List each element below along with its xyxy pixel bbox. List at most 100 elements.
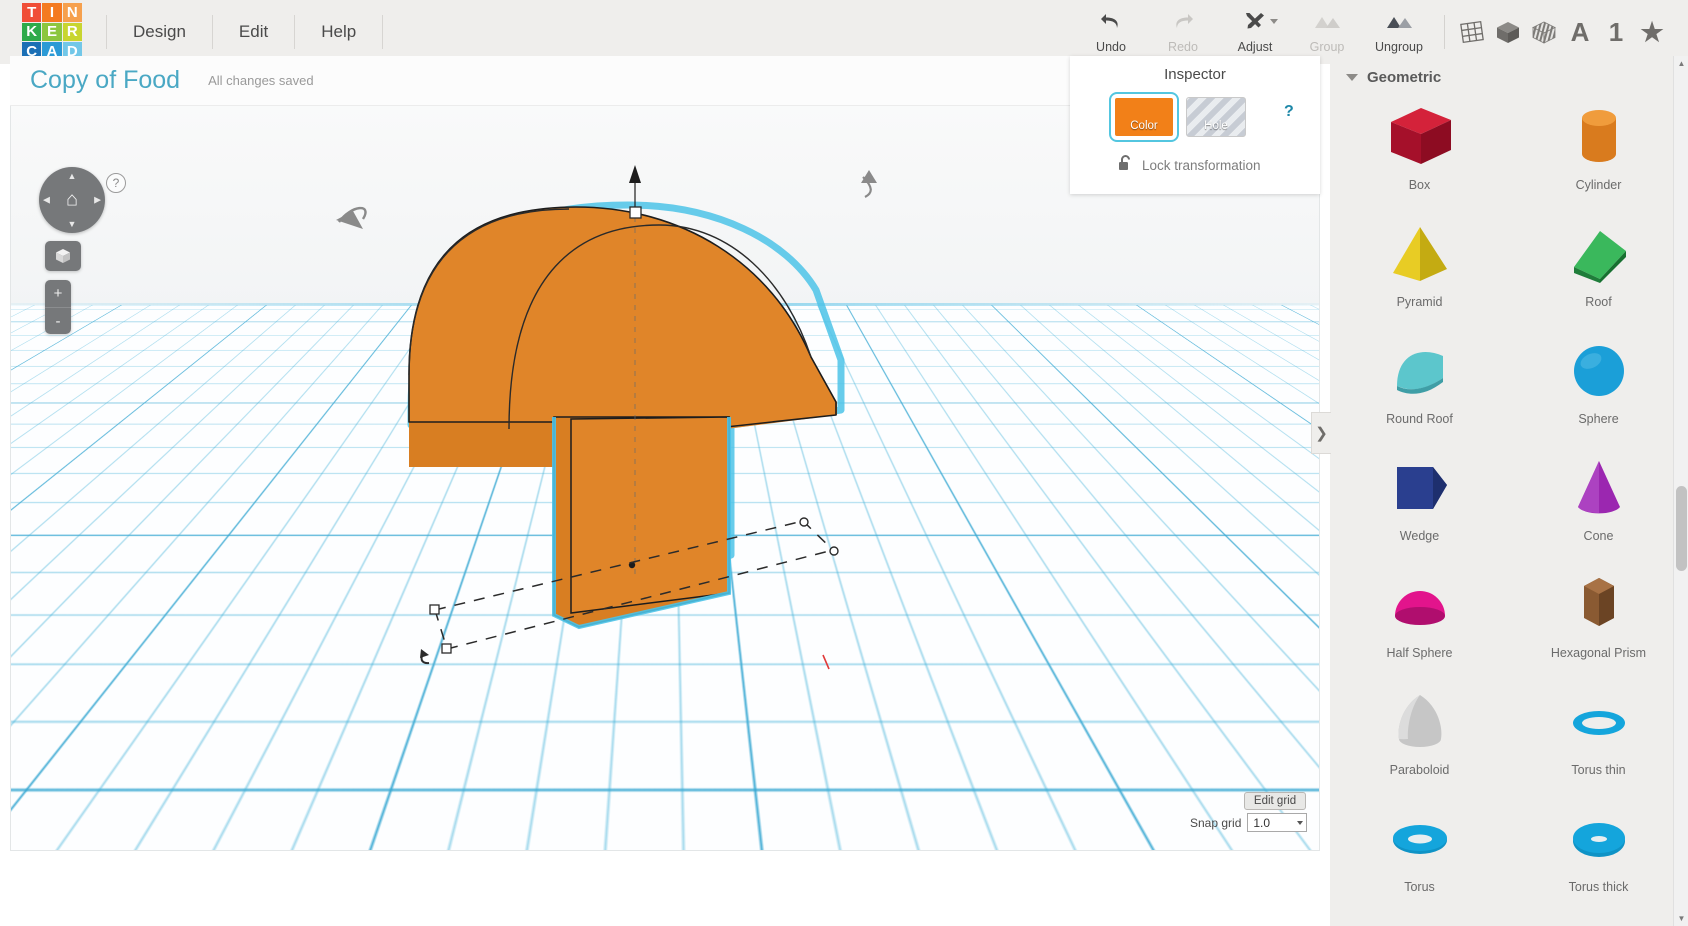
logo-tile-i: I bbox=[42, 3, 62, 22]
scroll-down-arrow-icon[interactable]: ▼ bbox=[1674, 911, 1688, 926]
sphere-icon bbox=[1560, 330, 1638, 412]
star-favorite-icon[interactable]: ★ bbox=[1634, 2, 1670, 62]
view-down-arrow-icon[interactable]: ▼ bbox=[68, 219, 77, 229]
wedge-icon bbox=[1381, 447, 1459, 529]
workplane-icon[interactable] bbox=[1454, 2, 1490, 62]
home-view-icon[interactable]: ⌂ bbox=[66, 189, 78, 212]
lock-transformation-row[interactable]: Lock transformation bbox=[1070, 137, 1320, 177]
shape-item-sphere[interactable]: Sphere bbox=[1509, 330, 1688, 441]
shape-item-cone[interactable]: Cone bbox=[1509, 447, 1688, 558]
ungroup-button[interactable]: Ungroup bbox=[1363, 2, 1435, 62]
logo-tile-k: K bbox=[22, 22, 42, 42]
view-left-arrow-icon[interactable]: ◀ bbox=[43, 195, 50, 206]
shape-item-torus[interactable]: Torus bbox=[1330, 798, 1509, 909]
canvas-help-icon[interactable]: ? bbox=[106, 173, 126, 193]
shape-label: Hexagonal Prism bbox=[1550, 646, 1647, 660]
shape-item-roof[interactable]: Roof bbox=[1509, 213, 1688, 324]
lock-transformation-label: Lock transformation bbox=[1142, 158, 1261, 173]
snap-grid-value: 1.0 bbox=[1253, 815, 1271, 830]
pyramid-icon bbox=[1381, 213, 1459, 295]
shape-item-pyramid[interactable]: Pyramid bbox=[1330, 213, 1509, 324]
torus-icon bbox=[1381, 798, 1459, 880]
roof-icon bbox=[1560, 213, 1638, 295]
snap-grid-select[interactable]: 1.0 bbox=[1247, 813, 1308, 832]
shape-label: Sphere bbox=[1578, 412, 1619, 426]
toolbar-icon-group: A 1 ★ bbox=[1454, 2, 1670, 62]
torus-thick-icon bbox=[1560, 798, 1638, 880]
round-roof-icon bbox=[1381, 330, 1459, 412]
redo-label: Redo bbox=[1168, 40, 1198, 54]
project-title[interactable]: Copy of Food bbox=[30, 66, 180, 95]
scrollbar-thumb[interactable] bbox=[1676, 486, 1687, 571]
top-toolbar: T I N K E R C A D Design Edit Help Undo bbox=[0, 0, 1688, 64]
color-swatch-button[interactable]: Color bbox=[1109, 92, 1179, 142]
chevron-down-icon[interactable] bbox=[1297, 820, 1304, 825]
view-up-arrow-icon[interactable]: ▲ bbox=[68, 171, 77, 181]
chevron-down-icon[interactable] bbox=[1346, 74, 1358, 81]
text-letter-icon[interactable]: A bbox=[1562, 2, 1598, 62]
shape-item-cylinder[interactable]: Cylinder bbox=[1509, 96, 1688, 207]
shape-label: Roof bbox=[1585, 295, 1612, 309]
main-menu: Design Edit Help bbox=[106, 0, 384, 64]
shape-item-hexagonal-prism[interactable]: Hexagonal Prism bbox=[1509, 564, 1688, 675]
shape-label: Box bbox=[1408, 178, 1431, 192]
shape-label: Torus bbox=[1404, 880, 1435, 894]
adjust-dropdown-caret[interactable] bbox=[1270, 19, 1278, 24]
snap-grid-control: Snap grid 1.0 bbox=[1190, 813, 1308, 832]
inspector-help-icon[interactable]: ? bbox=[1284, 97, 1294, 121]
shape-label: Cylinder bbox=[1575, 178, 1622, 192]
unlocked-padlock-icon[interactable] bbox=[1118, 154, 1133, 177]
shape-label: Pyramid bbox=[1396, 295, 1443, 309]
zoom-in-button[interactable]: + bbox=[45, 280, 71, 307]
solid-cube-icon[interactable] bbox=[1490, 2, 1526, 62]
redo-icon bbox=[1170, 10, 1196, 37]
hole-swatch-button[interactable]: Hole bbox=[1186, 97, 1246, 137]
shape-item-torus-thick[interactable]: Torus thick bbox=[1509, 798, 1688, 909]
box-icon bbox=[1381, 96, 1459, 178]
color-swatch-label: Color bbox=[1130, 120, 1158, 132]
hole-swatch-label: Hole bbox=[1204, 120, 1228, 132]
logo-tile-e: E bbox=[42, 22, 62, 42]
shapes-panel-scrollbar[interactable]: ▲ ▼ bbox=[1673, 56, 1688, 926]
fit-view-cube-icon bbox=[56, 249, 70, 263]
inspector-title: Inspector bbox=[1164, 66, 1226, 83]
inspector-swatches: Color Hole ? bbox=[1070, 83, 1320, 142]
shape-item-half-sphere[interactable]: Half Sphere bbox=[1330, 564, 1509, 675]
tinkercad-app: T I N K E R C A D Design Edit Help Undo bbox=[0, 0, 1688, 926]
shape-label: Torus thin bbox=[1571, 763, 1626, 777]
toolbar-separator bbox=[1444, 15, 1445, 49]
logo-tile-t: T bbox=[22, 3, 42, 22]
shape-item-round-roof[interactable]: Round Roof bbox=[1330, 330, 1509, 441]
view-home-disc[interactable]: ⌂ ▲ ▼ ◀ ▶ bbox=[39, 167, 105, 233]
paraboloid-icon bbox=[1381, 681, 1459, 763]
shape-item-wedge[interactable]: Wedge bbox=[1330, 447, 1509, 558]
menu-item-help[interactable]: Help bbox=[295, 15, 384, 49]
ungroup-icon bbox=[1384, 10, 1414, 37]
menu-item-edit[interactable]: Edit bbox=[213, 15, 296, 49]
project-header: Copy of Food All changes saved bbox=[10, 56, 1070, 106]
collapse-panel-tab[interactable]: ❯ bbox=[1311, 412, 1331, 454]
shape-label: Half Sphere bbox=[1386, 646, 1453, 660]
group-button[interactable]: Group bbox=[1291, 2, 1363, 62]
logo-tile-n: N bbox=[62, 3, 82, 22]
shape-item-paraboloid[interactable]: Paraboloid bbox=[1330, 681, 1509, 792]
zoom-out-button[interactable]: - bbox=[45, 307, 71, 334]
adjust-button[interactable]: Adjust bbox=[1219, 2, 1291, 62]
scroll-up-arrow-icon[interactable]: ▲ bbox=[1674, 56, 1688, 71]
number-icon[interactable]: 1 bbox=[1598, 2, 1634, 62]
shapes-category-label: Geometric bbox=[1367, 69, 1442, 86]
shape-label: Paraboloid bbox=[1389, 763, 1450, 777]
undo-button[interactable]: Undo bbox=[1075, 2, 1147, 62]
shape-item-torus-thin[interactable]: Torus thin bbox=[1509, 681, 1688, 792]
shape-label: Torus thick bbox=[1568, 880, 1629, 894]
view-right-arrow-icon[interactable]: ▶ bbox=[94, 195, 101, 206]
hole-cube-icon[interactable] bbox=[1526, 2, 1562, 62]
edit-grid-button[interactable]: Edit grid bbox=[1244, 792, 1306, 810]
redo-button[interactable]: Redo bbox=[1147, 2, 1219, 62]
shape-item-box[interactable]: Box bbox=[1330, 96, 1509, 207]
tinkercad-logo[interactable]: T I N K E R C A D bbox=[22, 3, 82, 61]
logo-tile-r: R bbox=[62, 22, 82, 42]
shapes-category-header[interactable]: Geometric bbox=[1330, 56, 1688, 96]
menu-item-design[interactable]: Design bbox=[106, 15, 213, 49]
fit-view-button[interactable] bbox=[45, 241, 81, 271]
